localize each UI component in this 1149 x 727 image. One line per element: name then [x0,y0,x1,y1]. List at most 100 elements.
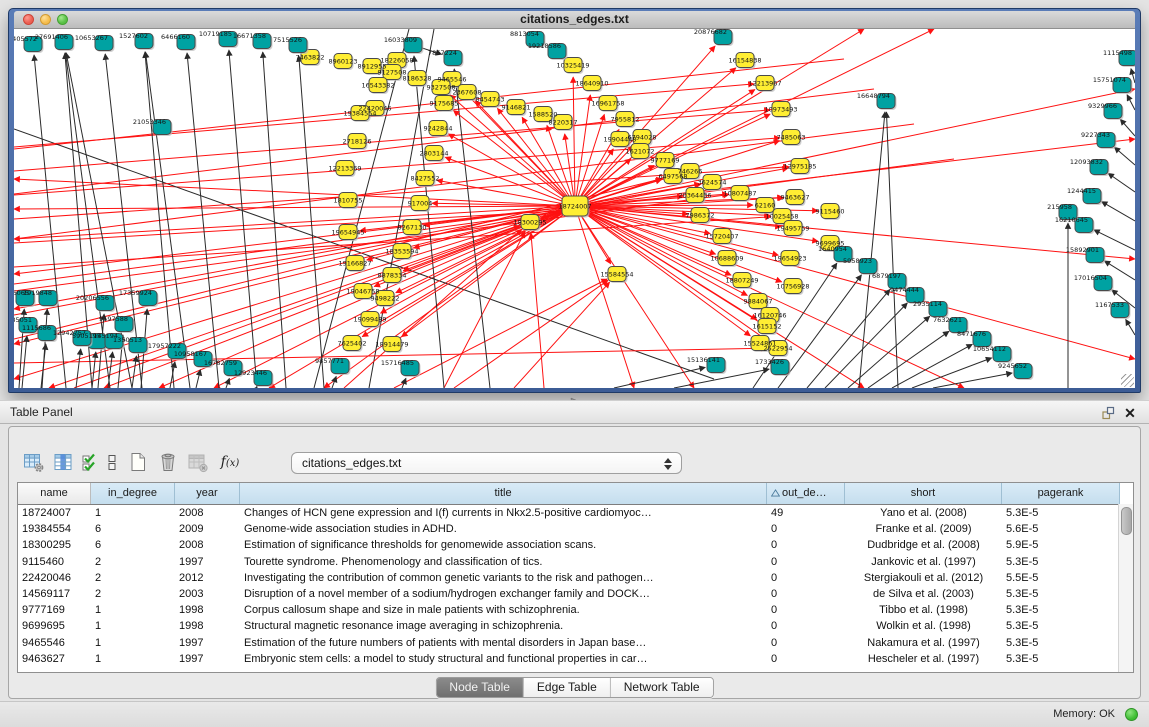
table-cell: 0 [767,537,845,553]
column-header-name[interactable]: name [18,483,91,504]
network-view[interactable]: 1872400710325419186409101696175879558126… [14,29,1135,388]
node-label: 20876682 [694,29,727,36]
node-label: 27691406 [35,33,68,41]
graph-edge [573,77,575,206]
node-label: 12093832 [1070,158,1103,166]
node-label: 8267130 [398,224,427,232]
node-label: 7857224 [428,49,457,57]
node-label: 8427552 [411,175,440,183]
table-row[interactable]: 969969511998Structural magnetic resonanc… [18,618,1133,634]
node-label: 9227343 [1081,131,1110,139]
node-label: 9884067 [744,298,773,306]
node-label: 9498222 [371,295,400,303]
select-all-button[interactable] [79,448,101,476]
vertical-scrollbar[interactable] [1118,504,1133,672]
node-label: 7485063 [777,134,806,142]
table-row[interactable]: 977716911998Corpus callosum shape and si… [18,602,1133,618]
node-label: 3624574 [698,179,727,187]
node-label: 9245652 [998,362,1027,370]
table-row[interactable]: 1830029562008Estimation of significance … [18,537,1133,553]
delete-column-button[interactable] [153,448,183,476]
function-builder-button[interactable]: f(x) [213,448,247,476]
table-cell: 5.3E-5 [1002,635,1120,651]
close-panel-button[interactable]: ✕ [1121,404,1139,422]
window-titlebar[interactable]: citations_edges.txt [14,11,1135,29]
table-cell: Dudbridge et al. (2008) [845,537,1002,553]
table-cell: 49 [767,505,845,521]
table-cell: 0 [767,651,845,667]
close-icon: ✕ [1124,404,1136,422]
table-cell: 5.3E-5 [1002,586,1120,602]
table-cell: 1997 [175,554,240,570]
graph-edge [514,282,610,388]
graph-edge [226,378,229,388]
table-cell: Tourette syndrome. Phenomenology and cla… [240,554,767,570]
unselect-all-button[interactable] [101,448,123,476]
node-label: 16671358 [233,32,266,40]
table-mode-button[interactable] [19,448,49,476]
column-header-short[interactable]: short [845,483,1002,504]
table-row[interactable]: 1938455462009Genome-wide association stu… [18,521,1133,537]
node-label: 15751074 [1093,76,1126,84]
node-label: 1810755 [334,197,363,205]
table-selector-combo[interactable]: citations_edges.txt [291,452,682,474]
node-label: 1615152 [753,323,782,331]
show-columns-button[interactable] [49,448,79,476]
table-cell: de Silva et al. (2003) [845,586,1002,602]
graph-edge [22,336,27,388]
column-header-out_de[interactable]: out_de… [767,483,845,504]
node-label: 917004 [408,200,433,208]
node-label: 7632621 [933,316,962,324]
graph-edge [145,52,190,388]
graph-edge [454,280,608,388]
scrollbar-thumb[interactable] [1121,507,1132,535]
graph-edge [14,206,575,379]
column-header-year[interactable]: year [175,483,240,504]
tab-network-table[interactable]: Network Table [610,678,713,697]
table-cell: 14569117 [18,586,91,602]
tab-node-table[interactable]: Node Table [436,678,523,697]
node-label: 9327508 [427,84,456,92]
table-cell: 18724007 [18,505,91,521]
unselect-all-icon [103,452,121,473]
memory-ok-indicator[interactable] [1125,708,1138,721]
table-cell: 5.3E-5 [1002,602,1120,618]
window-resize-grip-icon[interactable] [1121,374,1134,387]
float-panel-button[interactable] [1099,404,1117,422]
table-selector-value: citations_edges.txt [302,456,401,470]
node-label: 1919848 [23,289,52,297]
node-label: 7515526 [273,36,302,44]
node-label: 9777169 [651,157,680,165]
column-header-in_degree[interactable]: in_degree [91,483,175,504]
graph-edge [76,349,81,388]
graph-edge [575,89,1135,206]
table-cell: Embryonic stem cells: a model to study s… [240,651,767,667]
table-cell: 5.6E-5 [1002,521,1120,537]
table-row[interactable]: 911546021997Tourette syndrome. Phenomeno… [18,554,1133,570]
table-cell: 2 [91,570,175,586]
graph-edge [575,206,1135,359]
network-canvas[interactable]: 1872400710325419186409101696175879558126… [14,29,1135,388]
graph-edge [41,344,46,388]
node-label: 15720407 [705,233,738,241]
table-cell: 9465546 [18,635,91,651]
table-row[interactable]: 1872400712008Changes of HCN gene express… [18,505,1133,521]
node-label: 7625402 [338,340,367,348]
table-cell: 2 [91,554,175,570]
column-header-pagerank[interactable]: pagerank [1002,483,1120,504]
table-row[interactable]: 946554611997Estimation of the future num… [18,635,1133,651]
column-header-title[interactable]: title [240,483,767,504]
graph-edge [1126,319,1135,335]
graph-edge [196,370,200,388]
tab-edge-table[interactable]: Edge Table [523,678,610,697]
create-column-button[interactable] [123,448,153,476]
delete-table-button[interactable] [183,448,213,476]
table-row[interactable]: 946362711997Embryonic stem cells: a mode… [18,651,1133,667]
table-row[interactable]: 2242004622012Investigating the contribut… [18,570,1133,586]
node-label: 6879197 [872,272,901,280]
table-row[interactable]: 1456911722003Disruption of a novel membe… [18,586,1133,602]
table-cell: 1 [91,618,175,634]
node-label: 19099489 [353,316,386,324]
node-label: 12942757 [53,329,86,337]
table-cell: Estimation of significance thresholds fo… [240,537,767,553]
